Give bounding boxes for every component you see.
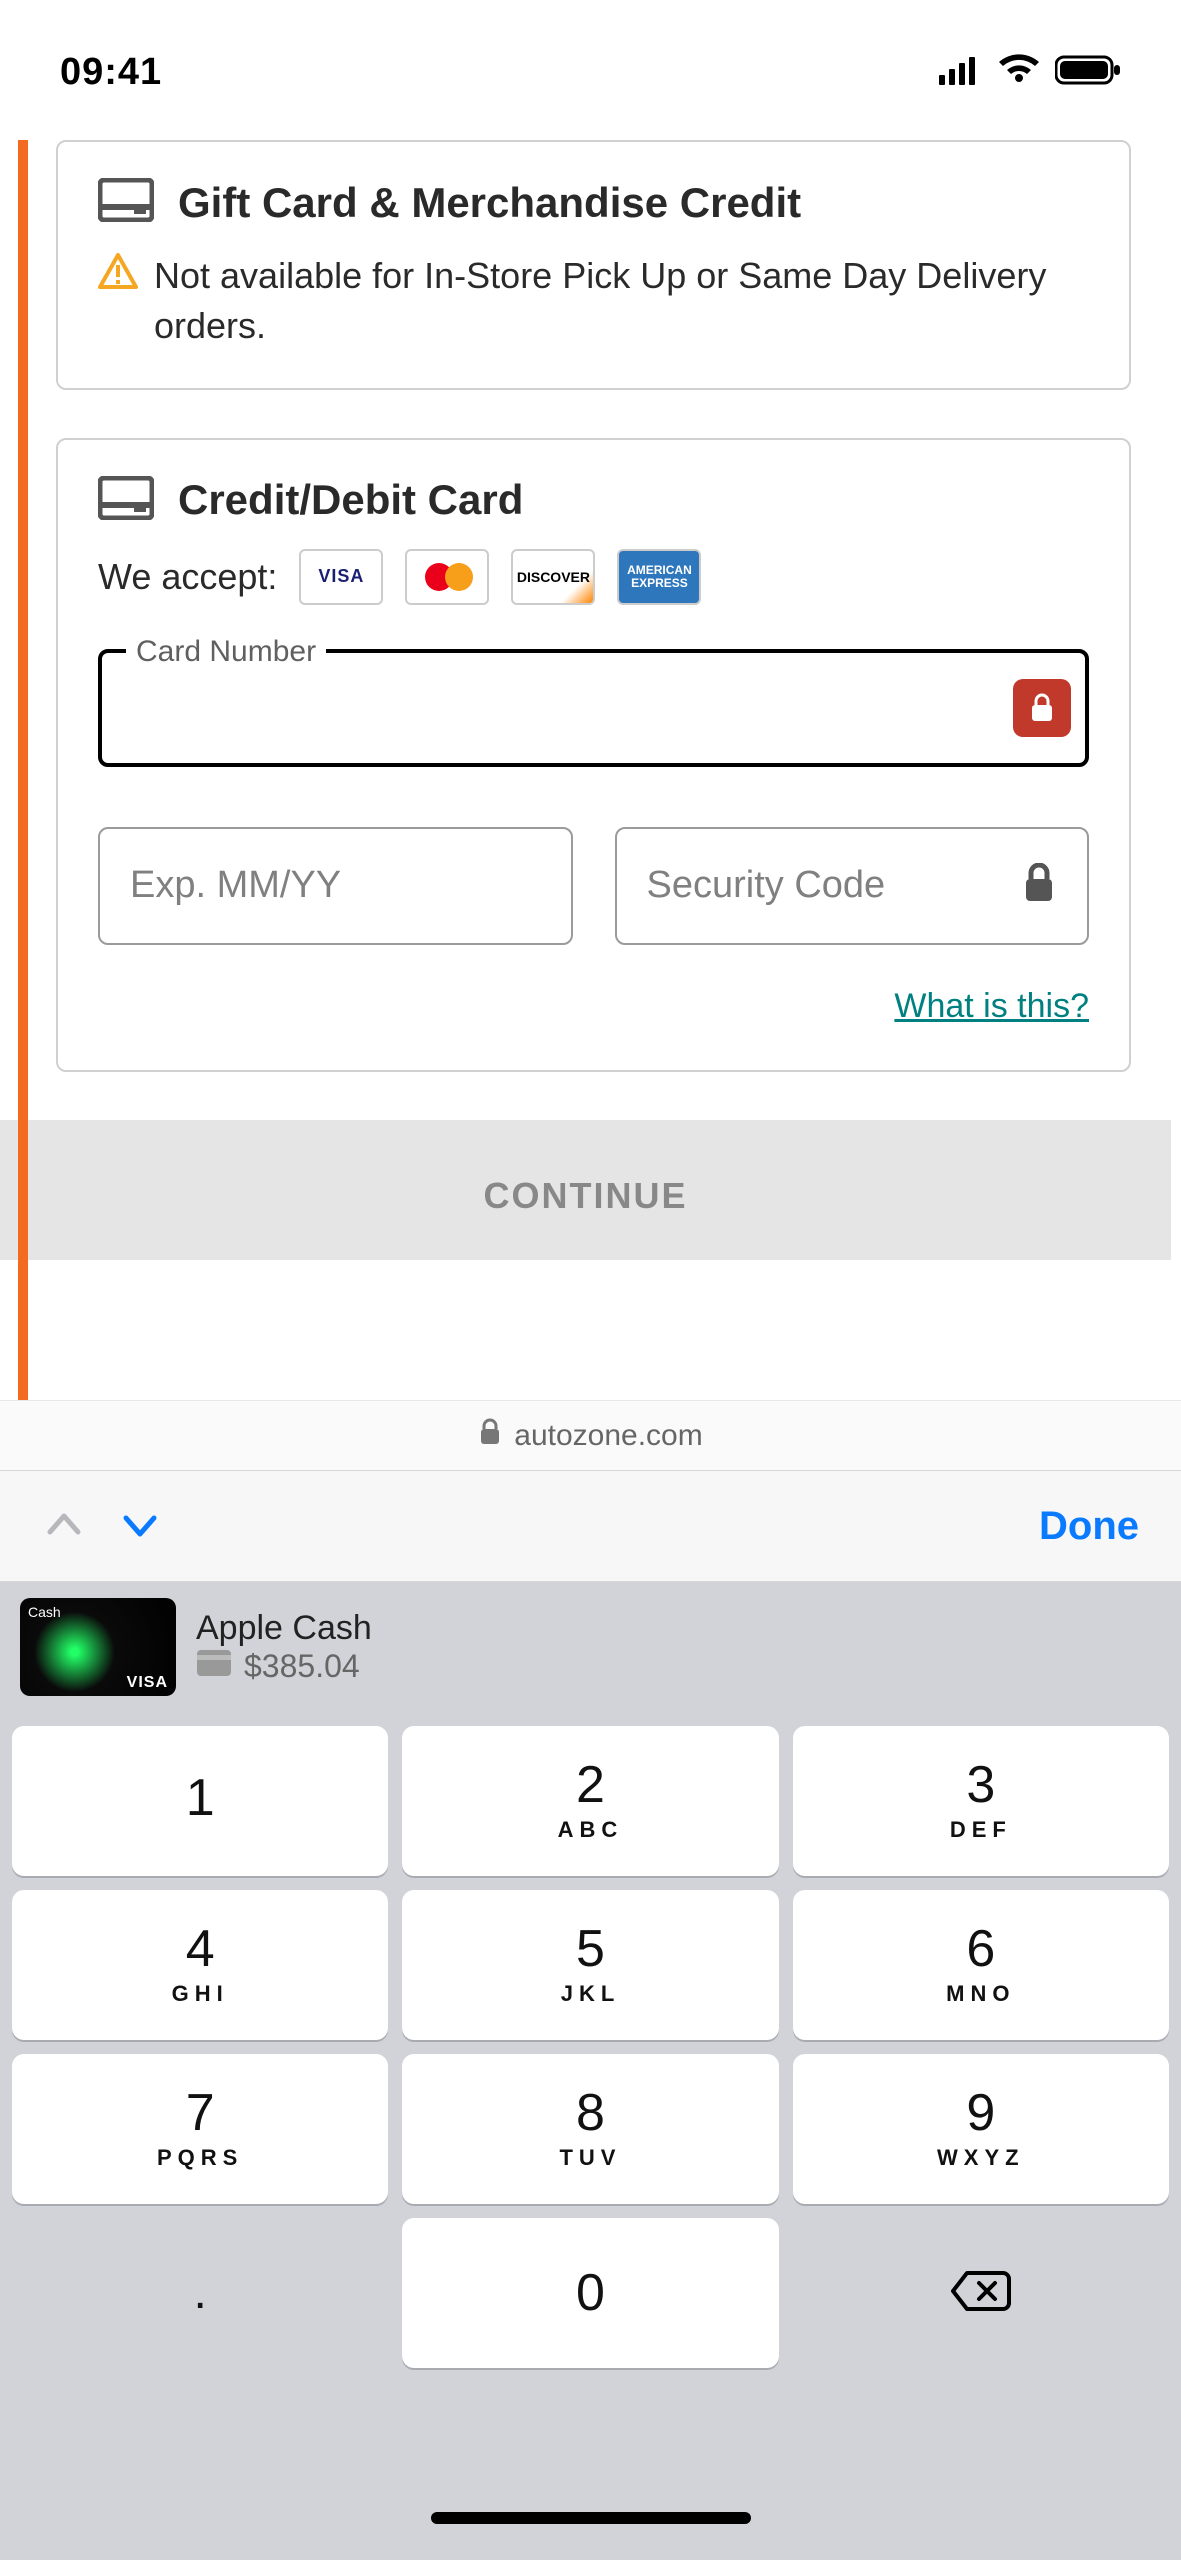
visa-chip-label: VISA [127,1674,168,1692]
key-4[interactable]: 4GHI [12,1890,388,2040]
key-0[interactable]: 0 [402,2218,778,2368]
key-backspace[interactable] [793,2218,1169,2368]
status-time: 09:41 [60,51,162,94]
home-indicator[interactable] [431,2512,751,2524]
credit-card-title: Credit/Debit Card [178,476,523,524]
autofill-card-thumbnail: Cash VISA [20,1598,176,1696]
expiry-placeholder: Exp. MM/YY [130,864,341,907]
lock-icon [1021,863,1057,908]
keyboard-accessory-bar: Done [0,1470,1181,1582]
gift-card-warning: Not available for In-Store Pick Up or Sa… [154,251,1089,352]
warning-icon [98,251,138,296]
key-3[interactable]: 3DEF [793,1726,1169,1876]
key-5[interactable]: 5JKL [402,1890,778,2040]
what-is-this-link[interactable]: What is this? [894,987,1089,1026]
accent-bar [18,140,28,1410]
autofill-card-name: Apple Cash [196,1609,372,1648]
status-bar: 09:41 [0,0,1181,140]
browser-address-bar[interactable]: autozone.com [0,1400,1181,1470]
continue-button[interactable]: CONTINUE [0,1120,1171,1260]
accepted-brands-row: We accept: VISA DISCOVER AMERICAN EXPRES… [98,549,1089,605]
numeric-keypad: 1 2ABC 3DEF 4GHI 5JKL 6MNO 7PQRS 8TUV 9W… [0,1712,1181,2560]
key-7[interactable]: 7PQRS [12,2054,388,2204]
card-number-field[interactable]: Card Number [98,649,1089,767]
wifi-icon [997,54,1041,91]
card-number-input[interactable] [132,686,1055,729]
key-1[interactable]: 1 [12,1726,388,1876]
next-field-chevron-icon[interactable] [118,1502,162,1551]
key-8[interactable]: 8TUV [402,2054,778,2204]
amex-logo: AMERICAN EXPRESS [617,549,701,605]
autofill-suggestion[interactable]: Cash VISA Apple Cash $385.04 [0,1582,1181,1712]
prev-field-chevron-icon [42,1502,86,1551]
key-9[interactable]: 9WXYZ [793,2054,1169,2204]
gift-card-title: Gift Card & Merchandise Credit [178,179,801,227]
checkout-payment-section: Gift Card & Merchandise Credit Not avail… [0,140,1181,1410]
card-number-label: Card Number [126,635,326,669]
security-code-field[interactable]: Security Code [615,827,1090,945]
card-icon [98,476,154,525]
card-icon [98,178,154,227]
password-suggestion-icon[interactable] [1013,679,1071,737]
keyboard-done-button[interactable]: Done [1039,1504,1139,1549]
continue-label: CONTINUE [484,1175,688,1217]
backspace-icon [949,2267,1013,2320]
discover-logo: DISCOVER [511,549,595,605]
we-accept-label: We accept: [98,556,277,598]
lock-icon [478,1418,502,1454]
expiry-field[interactable]: Exp. MM/YY [98,827,573,945]
key-2[interactable]: 2ABC [402,1726,778,1876]
mastercard-logo [405,549,489,605]
visa-logo: VISA [299,549,383,605]
battery-icon [1055,54,1121,91]
cellular-icon [939,55,983,90]
key-6[interactable]: 6MNO [793,1890,1169,2040]
domain-text: autozone.com [514,1419,702,1453]
gift-card-panel: Gift Card & Merchandise Credit Not avail… [56,140,1131,390]
key-dot[interactable]: . [12,2218,388,2368]
autofill-card-balance: $385.04 [244,1648,360,1685]
security-code-placeholder: Security Code [647,864,886,907]
credit-card-panel: Credit/Debit Card We accept: VISA DISCOV… [56,438,1131,1072]
apple-cash-chip-label: Cash [28,1604,61,1620]
wallet-icon [196,1648,232,1685]
status-icons [939,54,1121,91]
